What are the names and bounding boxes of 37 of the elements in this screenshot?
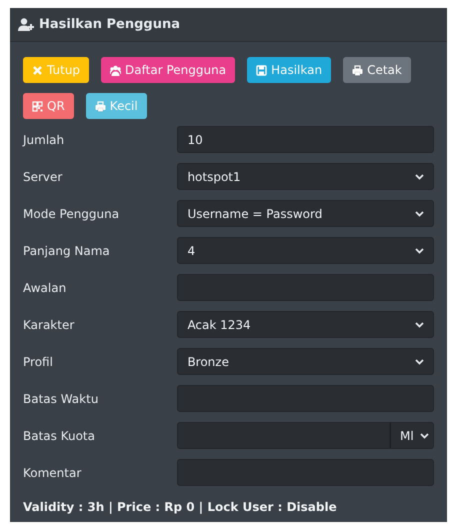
add-user-icon: [18, 18, 35, 31]
caret-icon: [415, 358, 424, 364]
unit-select[interactable]: Ml: [390, 422, 434, 449]
field-label: Batas Kuota: [23, 428, 96, 444]
field-label: Karakter: [23, 316, 76, 334]
field-label: Jumlah: [23, 132, 66, 148]
select-field[interactable]: Acak 1234: [177, 311, 434, 338]
caret-icon: [415, 322, 424, 328]
select-field[interactable]: 4: [177, 237, 434, 264]
field-label: Mode Pengguna: [23, 206, 120, 222]
panel-title: Hasilkan Pengguna: [39, 16, 180, 34]
field-label: Profil: [23, 354, 54, 370]
input-field[interactable]: [177, 274, 434, 301]
input-field[interactable]: 10: [177, 126, 434, 153]
caret-icon: [420, 432, 429, 438]
users-icon: [110, 64, 122, 76]
select-field[interactable]: Username = Password: [177, 200, 434, 227]
input-field[interactable]: [177, 422, 390, 449]
summary-text: Validity : 3h | Price : Rp 0 | Lock User : Disable: [22, 499, 338, 516]
panel-button[interactable]: Cetak: [343, 57, 411, 83]
printer-icon: [94, 100, 106, 112]
field-label: Komentar: [23, 464, 82, 482]
caret-icon: [415, 248, 424, 254]
field-label: Panjang Nama: [23, 242, 111, 260]
field-label: Batas Waktu: [23, 390, 100, 408]
input-field[interactable]: [177, 459, 434, 486]
field-label: Server: [23, 168, 64, 186]
field-label: Awalan: [23, 280, 68, 296]
caret-icon: [415, 210, 424, 216]
select-field[interactable]: hotspot1: [177, 163, 434, 190]
qr-code-icon: [32, 100, 43, 112]
printer-icon: [352, 64, 364, 76]
close-icon: [32, 64, 43, 76]
input-field[interactable]: [177, 385, 434, 412]
select-field[interactable]: Bronze: [177, 348, 434, 375]
panel-button[interactable]: Daftar Pengguna: [101, 57, 236, 83]
caret-icon: [415, 174, 424, 180]
